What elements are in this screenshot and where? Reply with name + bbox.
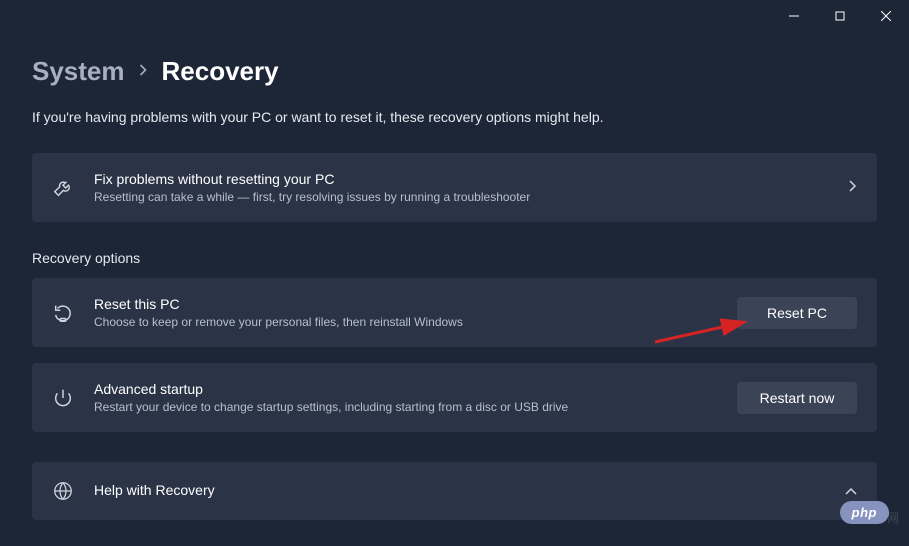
section-header: Recovery options (32, 250, 877, 266)
fix-problems-card[interactable]: Fix problems without resetting your PC R… (32, 153, 877, 222)
wrench-icon (52, 177, 74, 199)
watermark-text: 网 (887, 509, 899, 526)
php-badge: php (840, 501, 889, 524)
breadcrumb-parent[interactable]: System (32, 56, 125, 87)
power-icon (52, 387, 74, 409)
reset-pc-button[interactable]: Reset PC (737, 297, 857, 329)
close-button[interactable] (863, 0, 909, 32)
minimize-button[interactable] (771, 0, 817, 32)
chevron-right-icon (139, 63, 148, 80)
breadcrumb-current: Recovery (162, 56, 279, 87)
chevron-up-icon (845, 482, 857, 500)
reset-pc-sub: Choose to keep or remove your personal f… (94, 315, 717, 329)
intro-text: If you're having problems with your PC o… (32, 109, 877, 125)
chevron-right-icon (849, 179, 857, 197)
reset-icon (52, 302, 74, 324)
help-recovery-card[interactable]: Help with Recovery (32, 462, 877, 520)
globe-help-icon (52, 480, 74, 502)
reset-pc-card: Reset this PC Choose to keep or remove y… (32, 278, 877, 347)
fix-problems-sub: Resetting can take a while — first, try … (94, 190, 829, 204)
window-titlebar (0, 0, 909, 32)
advanced-startup-sub: Restart your device to change startup se… (94, 400, 717, 414)
fix-problems-title: Fix problems without resetting your PC (94, 171, 829, 187)
restart-now-button[interactable]: Restart now (737, 382, 857, 414)
breadcrumb: System Recovery (32, 56, 877, 87)
advanced-startup-title: Advanced startup (94, 381, 717, 397)
advanced-startup-card: Advanced startup Restart your device to … (32, 363, 877, 432)
reset-pc-title: Reset this PC (94, 296, 717, 312)
maximize-button[interactable] (817, 0, 863, 32)
help-recovery-title: Help with Recovery (94, 482, 825, 498)
